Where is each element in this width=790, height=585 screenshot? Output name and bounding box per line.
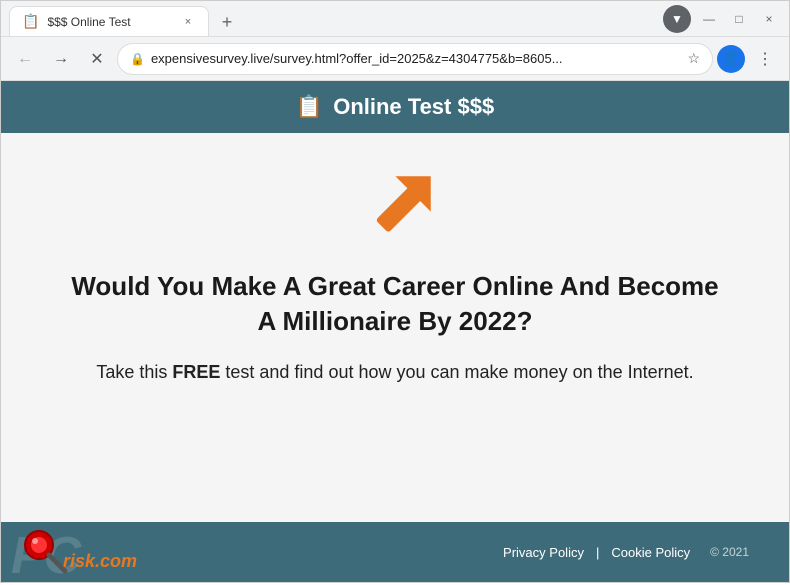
sub-text: Take this FREE test and find out how you… bbox=[96, 359, 693, 386]
cookie-policy-link[interactable]: Cookie Policy bbox=[611, 545, 690, 560]
subtext-bold: FREE bbox=[172, 362, 220, 382]
lock-icon: 🔒 bbox=[130, 52, 145, 66]
subtext-suffix: test and find out how you can make money… bbox=[220, 362, 693, 382]
url-text: expensivesurvey.live/survey.html?offer_i… bbox=[151, 51, 681, 66]
privacy-policy-link[interactable]: Privacy Policy bbox=[503, 545, 584, 560]
tab-favicon: 📋 bbox=[22, 13, 39, 30]
extensions-icon: ▼ bbox=[671, 12, 683, 26]
footer-year: © 2021 bbox=[710, 545, 749, 559]
footer-links: Privacy Policy | Cookie Policy © 2021 bbox=[503, 545, 749, 560]
bookmark-icon[interactable]: ☆ bbox=[687, 50, 700, 67]
url-bar[interactable]: 🔒 expensivesurvey.live/survey.html?offer… bbox=[117, 43, 713, 75]
menu-button[interactable]: ⋮ bbox=[749, 43, 781, 75]
page-footer: PC risk.com Privacy Policy | Cookie Poli… bbox=[1, 522, 789, 582]
page-content: Would You Make A Great Career Online And… bbox=[1, 133, 789, 522]
profile-button[interactable]: 👤 bbox=[717, 45, 745, 73]
main-heading: Would You Make A Great Career Online And… bbox=[61, 269, 729, 339]
browser-window: 📋 $$$ Online Test × + ▼ — □ × ← → ✕ 🔒 ex… bbox=[0, 0, 790, 583]
tab-close-button[interactable]: × bbox=[180, 14, 196, 30]
subtext-prefix: Take this bbox=[96, 362, 172, 382]
new-tab-button[interactable]: + bbox=[213, 8, 241, 36]
back-button[interactable]: ← bbox=[9, 43, 41, 75]
maximize-button[interactable]: □ bbox=[727, 7, 751, 31]
header-icon: 📋 bbox=[296, 94, 323, 120]
close-button[interactable]: × bbox=[757, 7, 781, 31]
footer-logo: PC risk.com bbox=[11, 530, 79, 582]
window-controls-area: ▼ — □ × bbox=[663, 5, 781, 33]
footer-divider: | bbox=[596, 545, 599, 560]
browser-body: 📋 Online Test $$$ Would You Make A Great… bbox=[1, 81, 789, 582]
tab-title: $$$ Online Test bbox=[47, 15, 172, 29]
extensions-button[interactable]: ▼ bbox=[663, 5, 691, 33]
risk-logo-text: risk.com bbox=[63, 551, 137, 572]
title-bar: 📋 $$$ Online Test × + ▼ — □ × bbox=[1, 1, 789, 37]
page-header: 📋 Online Test $$$ bbox=[1, 81, 789, 133]
active-tab[interactable]: 📋 $$$ Online Test × bbox=[9, 6, 209, 36]
tab-area: 📋 $$$ Online Test × + bbox=[9, 1, 663, 36]
forward-button[interactable]: → bbox=[45, 43, 77, 75]
header-title: Online Test $$$ bbox=[333, 94, 494, 120]
minimize-button[interactable]: — bbox=[697, 7, 721, 31]
profile-icon: 👤 bbox=[722, 50, 739, 67]
address-bar: ← → ✕ 🔒 expensivesurvey.live/survey.html… bbox=[1, 37, 789, 81]
reload-button[interactable]: ✕ bbox=[81, 43, 113, 75]
